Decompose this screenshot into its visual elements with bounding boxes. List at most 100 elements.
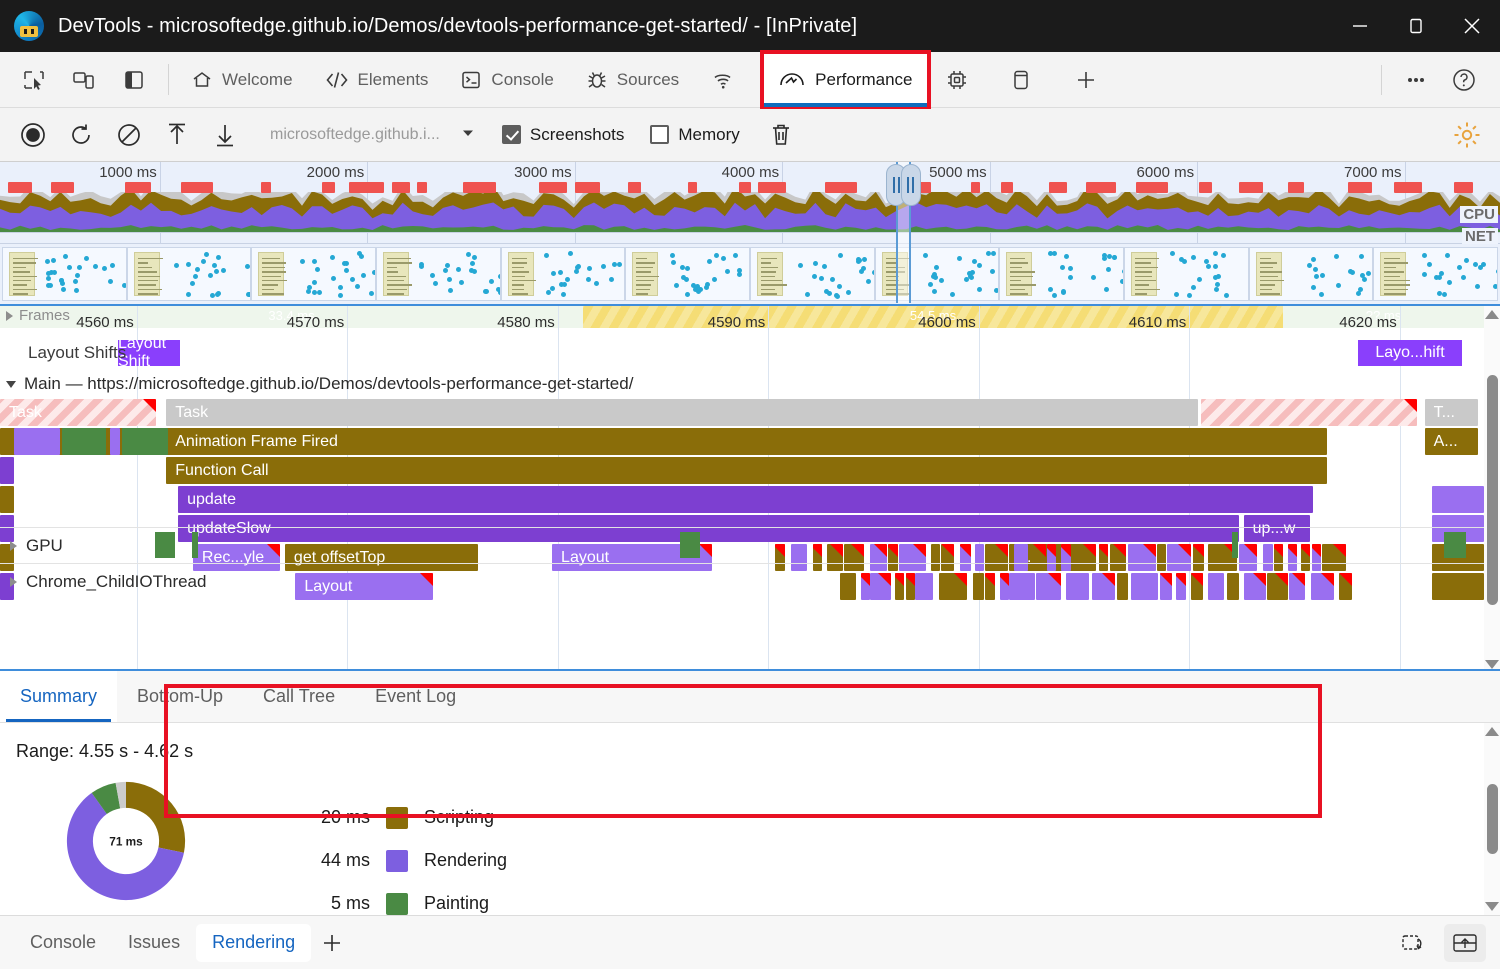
help-icon[interactable] <box>1442 58 1486 102</box>
filmstrip-frame[interactable] <box>750 247 875 301</box>
flamechart-bar[interactable] <box>1200 399 1418 426</box>
flamechart-bar[interactable] <box>122 428 168 455</box>
filmstrip-frame[interactable] <box>251 247 377 301</box>
filmstrip-frame[interactable] <box>1248 247 1374 301</box>
drawer-add-tab-icon[interactable] <box>311 924 353 962</box>
drawer-tab-issues[interactable]: Issues <box>112 924 196 962</box>
flamechart-bar[interactable]: update <box>178 486 1314 513</box>
memory-checkbox-box[interactable] <box>650 125 670 144</box>
filmstrip-screenshots[interactable] <box>0 244 1500 306</box>
flamechart-bar[interactable]: Task <box>166 399 1198 426</box>
filmstrip-frame[interactable] <box>874 247 1000 301</box>
filmstrip-frame[interactable] <box>999 247 1125 301</box>
filmstrip-frame[interactable] <box>625 247 751 301</box>
tab-summary[interactable]: Summary <box>0 671 118 722</box>
close-button[interactable] <box>1444 0 1500 52</box>
save-profile-icon[interactable] <box>206 116 244 154</box>
gpu-task-bar[interactable] <box>192 532 198 558</box>
layout-shift-bar[interactable]: Layo...hift <box>1358 340 1462 366</box>
add-tab-button[interactable] <box>1057 52 1115 107</box>
flamechart-bar-partial[interactable] <box>1432 486 1484 513</box>
inspect-element-icon[interactable] <box>16 62 52 98</box>
screenshots-checkbox-box[interactable] <box>501 125 521 144</box>
minimize-button[interactable] <box>1332 0 1388 52</box>
flamechart-bar[interactable]: T... <box>1424 399 1479 426</box>
capture-settings-gear-icon[interactable] <box>1448 116 1486 154</box>
filmstrip-frame[interactable] <box>500 247 626 301</box>
chevron-down-icon[interactable] <box>460 125 476 144</box>
flamechart-scrollbar[interactable] <box>1484 306 1500 673</box>
origin-selector-label[interactable]: microsoftedge.github.i... <box>270 126 440 144</box>
tab-application[interactable] <box>994 52 1057 107</box>
overview-selection-window[interactable] <box>886 162 921 303</box>
scrollbar-thumb[interactable] <box>1486 784 1498 854</box>
gpu-task-bar[interactable] <box>1232 532 1238 558</box>
reload-and-record-button[interactable] <box>62 116 100 154</box>
filmstrip-frame[interactable] <box>1124 247 1249 301</box>
scroll-down-arrow-icon[interactable] <box>1485 902 1499 911</box>
timeline-overview[interactable]: 1000 ms 2000 ms 3000 ms 4000 ms 5000 ms 6000 … <box>0 162 1500 303</box>
record-button[interactable] <box>14 116 52 154</box>
tab-sources[interactable]: Sources <box>570 52 695 107</box>
scroll-up-arrow-icon[interactable] <box>1485 727 1499 736</box>
tab-elements[interactable]: Elements <box>309 52 445 107</box>
flamechart-bar[interactable] <box>14 428 60 455</box>
tab-console-label: Console <box>491 69 554 89</box>
flamechart-bar-partial[interactable] <box>0 486 14 513</box>
flamechart-bar[interactable]: Function Call <box>166 457 1327 484</box>
legend-row[interactable]: 44 ms Rendering <box>296 839 507 882</box>
main-track-label[interactable]: Main — https://microsoftedge.github.io/D… <box>6 374 633 394</box>
gpu-task-bar[interactable] <box>1444 532 1466 558</box>
tab-event-log[interactable]: Event Log <box>355 671 476 722</box>
filmstrip-frame[interactable] <box>1373 247 1499 301</box>
gpu-task-bar[interactable] <box>680 532 700 558</box>
tab-performance[interactable]: Performance <box>760 50 931 109</box>
layout-shift-bar[interactable]: Layout Shift <box>118 340 180 366</box>
flamechart-bar[interactable]: Task <box>0 399 156 426</box>
flamechart-bar[interactable] <box>62 428 106 455</box>
drawer-tab-rendering[interactable]: Rendering <box>196 923 312 962</box>
filmstrip-frame[interactable] <box>2 247 127 301</box>
memory-checkbox[interactable]: Memory <box>650 125 740 145</box>
restore-drawer-icon[interactable] <box>1394 924 1436 962</box>
legend-row[interactable]: 20 ms Scripting <box>296 796 507 839</box>
filmstrip-frame[interactable] <box>376 247 501 301</box>
device-emulation-icon[interactable] <box>66 62 102 98</box>
tab-bottom-up[interactable]: Bottom-Up <box>117 671 243 722</box>
animated-dot <box>721 255 727 261</box>
track-chrome-childiothread[interactable]: Chrome_ChildIOThread <box>0 563 1484 599</box>
flamechart-area[interactable]: 33.4 ms 54.5 ms?? ms Frames 4560 ms 4570 m… <box>0 306 1500 818</box>
details-scrollbar[interactable] <box>1484 723 1500 915</box>
flamechart-bar-partial[interactable] <box>0 457 14 484</box>
scrollbar-thumb[interactable] <box>1486 374 1498 605</box>
tab-memory[interactable] <box>929 52 994 107</box>
load-profile-icon[interactable] <box>158 116 196 154</box>
tab-welcome[interactable]: Welcome <box>175 52 309 107</box>
dock-side-icon[interactable] <box>116 62 152 98</box>
selection-handle-right[interactable] <box>900 164 921 206</box>
filmstrip-frame[interactable] <box>126 247 252 301</box>
tab-call-tree[interactable]: Call Tree <box>243 671 355 722</box>
flamechart-bar[interactable]: A... <box>1424 428 1479 455</box>
layout-shifts-track[interactable]: Layout Shifts Layout Shift Layo...hift <box>0 338 1484 368</box>
expand-triangle-icon[interactable] <box>6 310 13 321</box>
more-tools-icon[interactable] <box>1394 58 1438 102</box>
trash-icon[interactable] <box>762 116 800 154</box>
gpu-task-bar[interactable] <box>155 532 175 558</box>
tab-network[interactable] <box>695 52 762 107</box>
clear-button[interactable] <box>110 116 148 154</box>
scroll-up-arrow-icon[interactable] <box>1485 310 1499 319</box>
tab-console[interactable]: Console <box>444 52 569 107</box>
maximize-button[interactable] <box>1388 0 1444 52</box>
scroll-down-arrow-icon[interactable] <box>1485 660 1499 669</box>
track-gpu[interactable]: GPU <box>0 527 1484 563</box>
expand-triangle-icon[interactable] <box>10 540 17 551</box>
flamechart-bar[interactable]: Animation Frame Fired <box>166 428 1327 455</box>
frames-track-label[interactable]: Frames <box>6 307 70 324</box>
flamechart-bar[interactable] <box>110 428 120 455</box>
drawer-tab-console[interactable]: Console <box>14 924 112 962</box>
screenshots-checkbox[interactable]: Screenshots <box>501 125 624 145</box>
collapse-triangle-icon[interactable] <box>6 380 16 388</box>
expand-triangle-icon[interactable] <box>10 576 17 587</box>
dock-drawer-icon[interactable] <box>1444 923 1486 962</box>
